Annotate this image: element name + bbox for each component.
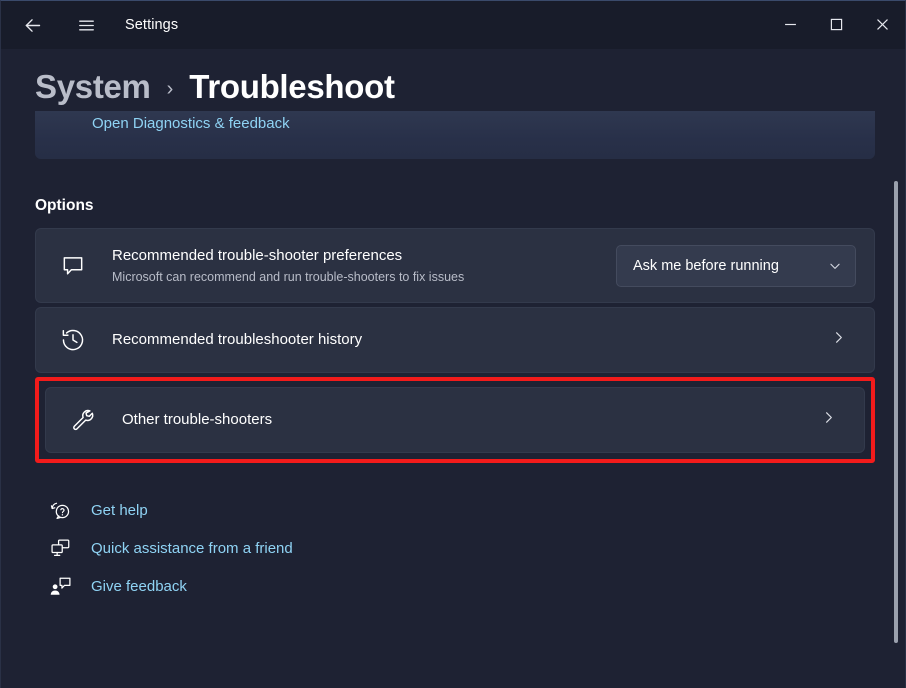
preferences-text: Recommended trouble-shooter preferences … (94, 246, 616, 285)
scrollbar-thumb[interactable] (894, 181, 898, 643)
back-arrow-icon (25, 18, 40, 32)
app-title: Settings (125, 17, 179, 33)
quick-assist-icon (43, 537, 77, 560)
back-button[interactable] (9, 7, 55, 43)
history-text: Recommended troubleshooter history (94, 330, 831, 350)
settings-content: Open Diagnostics & feedback Options Reco… (1, 111, 905, 688)
chevron-right-icon (821, 410, 846, 430)
help-bubble-icon (43, 499, 77, 522)
dropdown-selected-value: Ask me before running (633, 257, 779, 274)
recommended-troubleshooter-history-row[interactable]: Recommended troubleshooter history (35, 307, 875, 373)
get-help-link[interactable]: Get help (43, 491, 148, 529)
settings-window: Settings System › Troubleshoot Open Diag… (0, 0, 906, 688)
maximize-button[interactable] (813, 1, 859, 47)
open-diagnostics-feedback-link[interactable]: Open Diagnostics & feedback (92, 115, 290, 132)
quick-assistance-label: Quick assistance from a friend (91, 539, 293, 557)
minimize-icon (784, 23, 796, 25)
maximize-icon (830, 18, 842, 30)
breadcrumb-separator-icon: › (166, 78, 174, 100)
quick-assistance-link[interactable]: Quick assistance from a friend (43, 529, 293, 567)
preferences-subtitle: Microsoft can recommend and run trouble-… (112, 269, 465, 284)
close-button[interactable] (859, 1, 905, 47)
history-clock-icon (60, 327, 94, 353)
title-bar: Settings (1, 1, 905, 49)
preferences-title: Recommended trouble-shooter preferences (112, 247, 403, 265)
get-help-label: Get help (91, 501, 148, 519)
diagnostics-card-partial[interactable]: Open Diagnostics & feedback (35, 111, 875, 159)
other-troubleshooters-title: Other trouble-shooters (122, 410, 273, 428)
other-troubleshooters-row[interactable]: Other trouble-shooters (45, 387, 865, 453)
troubleshooter-preference-dropdown[interactable]: Ask me before running (616, 244, 856, 287)
breadcrumb: System › Troubleshoot (1, 49, 905, 111)
wrench-icon (70, 407, 104, 433)
section-title-options: Options (35, 197, 94, 214)
other-troubleshooters-text: Other trouble-shooters (104, 410, 821, 430)
give-feedback-link[interactable]: Give feedback (43, 567, 187, 605)
give-feedback-label: Give feedback (91, 577, 187, 595)
scrollbar[interactable] (891, 109, 901, 669)
footer-links: Get help Quick assistance from a friend (35, 491, 875, 605)
hamburger-icon (78, 19, 94, 31)
page-title: Troubleshoot (189, 68, 395, 105)
chat-bubble-icon (60, 253, 94, 279)
close-icon (876, 18, 888, 30)
chevron-down-icon (828, 259, 842, 273)
menu-button[interactable] (63, 7, 109, 43)
feedback-person-icon (43, 575, 77, 598)
breadcrumb-parent[interactable]: System (35, 68, 151, 106)
recommended-troubleshooter-preferences-row[interactable]: Recommended trouble-shooter preferences … (35, 228, 875, 303)
minimize-button[interactable] (767, 1, 813, 47)
highlight-annotation: Other trouble-shooters (35, 377, 875, 463)
chevron-right-icon (831, 330, 856, 350)
history-title: Recommended troubleshooter history (112, 330, 363, 348)
window-controls (767, 1, 905, 47)
